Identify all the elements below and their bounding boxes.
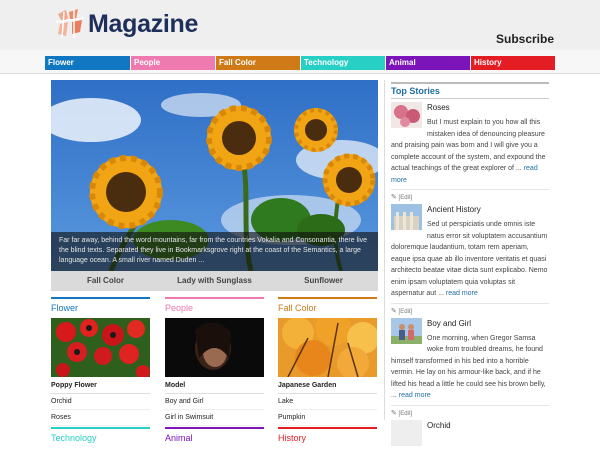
nav-item-history[interactable]: History	[471, 56, 555, 70]
category-block-people: People Model Boy and Girl Girl in Swimsuit	[165, 297, 264, 426]
column-divider	[384, 80, 385, 420]
slide-caption: Far far away, behind the word mountains,…	[51, 232, 378, 271]
category-title-people[interactable]: People	[165, 301, 264, 316]
category-title-fall-color[interactable]: Fall Color	[278, 301, 377, 316]
category-nav: Flower People Fall Color Technology Animal Hi…	[45, 56, 555, 70]
nav-item-technology[interactable]: Technology	[301, 56, 385, 70]
read-more-link[interactable]: read more	[446, 290, 478, 297]
category-feature-link[interactable]: Japanese Garden	[278, 380, 377, 394]
sidebar: Top Stories Roses But I must explain to y…	[391, 80, 549, 449]
hero-slider[interactable]: Far far away, behind the word mountains,…	[51, 80, 378, 271]
category-item-link[interactable]: Boy and Girl	[165, 394, 264, 410]
slider-tab-sunflower[interactable]: Sunflower	[269, 271, 378, 291]
nav-item-fall-color[interactable]: Fall Color	[216, 56, 300, 70]
edit-link[interactable]: ✎ [Edit]	[391, 189, 549, 201]
nav-item-people[interactable]: People	[131, 56, 215, 70]
category-item-link[interactable]: Pumpkin	[278, 410, 377, 426]
category-title-history[interactable]: History	[278, 431, 377, 445]
nav-bar: Flower People Fall Color Technology Animal Hi…	[0, 50, 600, 74]
edit-link[interactable]: ✎ [Edit]	[391, 404, 549, 417]
category-color-bar	[51, 297, 150, 299]
story-thumbnail[interactable]	[391, 204, 422, 230]
nav-item-animal[interactable]: Animal	[386, 56, 470, 70]
category-block-flower: Flower Poppy Flower Orchid Roses	[51, 297, 150, 426]
story-thumbnail[interactable]	[391, 419, 422, 446]
logo-icon[interactable]	[54, 8, 87, 40]
pencil-icon: ✎	[391, 409, 397, 417]
category-feature-link[interactable]: Model	[165, 380, 264, 394]
story-item: Orchid	[391, 419, 549, 449]
category-color-bar	[165, 427, 264, 429]
category-feature-link[interactable]: Poppy Flower	[51, 380, 150, 394]
story-item: Roses But I must explain to you how all t…	[391, 102, 549, 186]
story-thumbnail[interactable]	[391, 317, 422, 344]
edit-link[interactable]: ✎ [Edit]	[391, 302, 549, 315]
category-thumbnail[interactable]	[165, 318, 264, 377]
category-thumbnail[interactable]	[51, 318, 150, 377]
category-color-bar	[278, 427, 377, 429]
category-title-animal[interactable]: Animal	[165, 431, 264, 445]
site-logo-text[interactable]: Magazine	[88, 10, 198, 39]
top-stories-list: Roses But I must explain to you how all t…	[391, 102, 549, 449]
top-stories-heading: Top Stories	[391, 86, 440, 96]
top-stories-header: Top Stories	[391, 82, 549, 99]
category-block-technology: Technology	[51, 427, 150, 445]
story-item: Boy and Girl One morning, when Gregor Sam…	[391, 317, 549, 402]
pencil-icon: ✎	[391, 194, 397, 201]
category-block-history: History	[278, 427, 377, 445]
site-header: Magazine Subscribe	[0, 0, 600, 50]
slider-tab-lady-with-sunglass[interactable]: Lady with Sunglass	[160, 271, 269, 291]
category-title-technology[interactable]: Technology	[51, 431, 150, 445]
category-block-fall-color: Fall Color Japanese Garden Lake Pumpkin	[278, 297, 377, 426]
pencil-icon: ✎	[391, 307, 397, 315]
category-thumbnail[interactable]	[278, 318, 377, 377]
category-block-animal: Animal	[165, 427, 264, 445]
story-item: Ancient History Sed ut perspiciatis unde …	[391, 204, 549, 300]
category-color-bar	[51, 427, 150, 429]
read-more-link[interactable]: read more	[399, 392, 431, 399]
category-title-flower[interactable]: Flower	[51, 301, 150, 316]
slider-tabs: Fall Color Lady with Sunglass Sunflower	[51, 271, 378, 291]
story-excerpt: Sed ut perspiciatis unde omnis iste natu…	[391, 221, 548, 297]
story-thumbnail[interactable]	[391, 102, 422, 128]
category-item-link[interactable]: Girl in Swimsuit	[165, 410, 264, 426]
category-color-bar	[165, 297, 264, 299]
category-item-link[interactable]: Orchid	[51, 394, 150, 410]
read-more-link[interactable]: read more	[391, 165, 538, 184]
slider-tab-fall-color[interactable]: Fall Color	[51, 271, 160, 291]
category-item-link[interactable]: Roses	[51, 410, 150, 426]
nav-item-flower[interactable]: Flower	[45, 56, 130, 70]
category-color-bar	[278, 297, 377, 299]
subscribe-link[interactable]: Subscribe	[496, 32, 554, 46]
category-item-link[interactable]: Lake	[278, 394, 377, 410]
